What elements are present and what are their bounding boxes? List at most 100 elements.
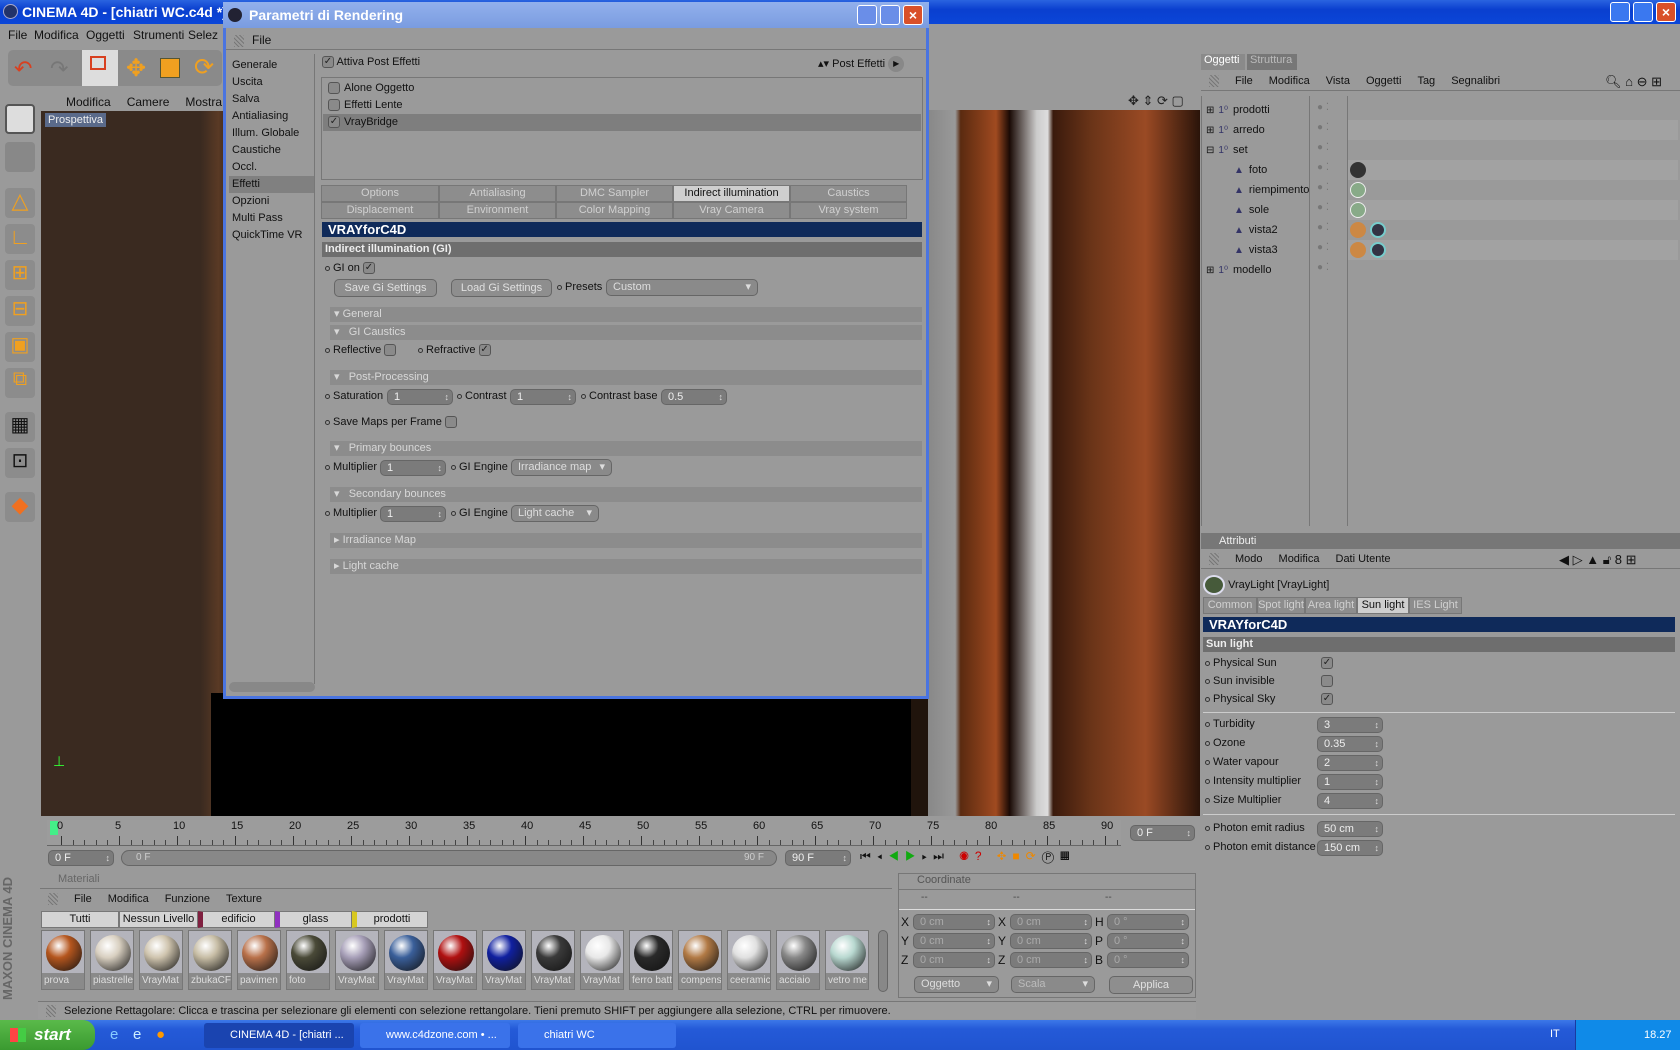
materials-menu-file[interactable]: File [74,893,92,905]
render-tab[interactable]: Environment [439,202,556,219]
material-swatch[interactable]: VrayMat [482,930,526,990]
render-sidebar-item[interactable]: Effetti [229,176,314,193]
go-to-start-icon[interactable]: ⏮ [860,849,877,863]
post-effect-item[interactable]: Effetti Lente [323,97,921,114]
menu-strumenti[interactable]: Strumenti [133,28,184,42]
post-effects-menu-button[interactable]: ▶ [888,56,905,72]
objects-menu-oggetti[interactable]: Oggetti [1366,75,1401,87]
autokey-icon[interactable]: ? [975,849,988,863]
render-sidebar-item[interactable]: Salva [229,91,314,108]
viewport-menu-camere[interactable]: Camere [127,95,170,109]
rectangle-select-icon[interactable] [82,50,118,86]
post-effect-checkbox[interactable] [328,82,340,95]
post-effect-checkbox[interactable]: ✓ [328,116,340,129]
light-cache-section[interactable]: ▸ Light cache [330,559,922,574]
coord-mode-dropdown[interactable]: Oggetto [914,976,999,993]
coord-field[interactable]: 0 ° [1107,952,1189,968]
post-effect-item[interactable]: Alone Oggetto [323,80,921,97]
coord-field[interactable]: 0 cm [913,952,995,968]
coord-field[interactable]: 0 cm [1010,914,1092,930]
axis-mode-icon[interactable]: ∟ [5,224,35,254]
rotate-icon[interactable]: ⟳ [194,53,214,82]
render-dialog-maximize[interactable] [880,5,900,25]
step-forward-icon[interactable]: ▸ [922,849,933,863]
tag-icon[interactable] [1350,242,1366,258]
visibility-dots-icon[interactable]: ● ⁚ [1317,182,1329,193]
edges-mode-icon[interactable]: ⊟ [5,296,35,326]
saturation-field[interactable]: 1 [387,389,453,405]
material-swatch[interactable]: pavimen [237,930,281,990]
activate-post-effects[interactable]: ✓ Attiva Post Effetti [322,56,420,69]
move-icon[interactable]: ✥ [126,54,146,83]
render-tab[interactable]: Color Mapping [556,202,673,219]
maximize-button[interactable] [1633,2,1653,22]
general-section[interactable]: ▾ General [330,307,922,322]
visibility-dots-icon[interactable]: ● ⁚ [1317,242,1329,253]
visibility-dots-icon[interactable]: ● ⁚ [1317,202,1329,213]
primitives-icon[interactable]: ◆ [5,492,35,522]
render-sidebar-item[interactable]: Uscita [229,74,314,91]
render-tab[interactable]: Caustics [790,185,907,202]
material-swatch[interactable]: vetro me [825,930,869,990]
photon-field-input[interactable]: 50 cm [1317,821,1383,837]
polygons-mode-icon[interactable]: ▣ [5,332,35,362]
attributes-tab[interactable]: Common [1203,597,1257,614]
save-maps-checkbox[interactable] [444,416,457,429]
menu-file[interactable]: File [8,28,27,42]
redo-icon[interactable]: ↷ [50,56,68,82]
attributes-menu-modo[interactable]: Modo [1235,553,1263,565]
secondary-multiplier-field[interactable]: 1 [380,506,446,522]
render-tab[interactable]: Options [321,185,439,202]
tree-item[interactable]: ⊞ 1⁰ modello [1202,260,1308,280]
render-sidebar-scrollbar[interactable] [229,682,315,692]
render-sidebar-item[interactable]: QuickTime VR [229,227,314,244]
objects-menu-segnalibri[interactable]: Segnalibri [1451,75,1500,87]
menu-modifica[interactable]: Modifica [34,28,79,42]
post-effect-checkbox[interactable] [328,99,340,112]
material-layer-tab[interactable]: prodotti [352,911,428,928]
material-swatch[interactable]: zbukaCF [188,930,232,990]
start-button[interactable]: start [0,1020,95,1050]
key-pla-icon[interactable]: ▦ [1060,849,1076,863]
language-indicator[interactable]: IT [1550,1028,1560,1040]
sun-checkbox[interactable]: ✓ [1321,693,1333,706]
visibility-dots-icon[interactable]: ● ⁚ [1317,162,1329,173]
sun-field-input[interactable]: 3 [1317,717,1383,733]
viewport-menu-mostra[interactable]: Mostra [185,95,222,109]
objects-menu-tag[interactable]: Tag [1417,75,1435,87]
collapse-icon[interactable]: ⊟ [1206,145,1214,156]
load-gi-settings-button[interactable]: Load Gi Settings [451,279,552,297]
coord-field[interactable]: 0 ° [1107,914,1189,930]
objects-menu-file[interactable]: File [1235,75,1253,87]
tag-icon[interactable] [1350,162,1366,178]
viewport-menu-modifica[interactable]: Modifica [66,95,111,109]
material-swatch[interactable]: piastrelle [90,930,134,990]
objects-toolbar-icons[interactable]: 🔍︎ ⌂ ⊖ ⊞ [1605,72,1662,91]
task-firefox[interactable]: www.c4dzone.com • ... [360,1023,510,1048]
material-swatch[interactable]: ceeramic [727,930,771,990]
irradiance-map-section[interactable]: ▸ Irradiance Map [330,533,922,548]
task-cinema4d[interactable]: CINEMA 4D - [chiatri ... [204,1023,354,1048]
primary-multiplier-field[interactable]: 1 [380,460,446,476]
expand-icon[interactable]: ⊞ [1206,105,1214,116]
end-frame-field[interactable]: 90 F [785,850,851,866]
sun-field-input[interactable]: 1 [1317,774,1383,790]
menu-oggetti[interactable]: Oggetti [86,28,125,42]
viewport-nav-icons[interactable]: ✥ ⇕ ⟳ ▢ [1128,93,1184,109]
materials-menu-texture[interactable]: Texture [226,893,262,905]
contrast-base-field[interactable]: 0.5 [661,389,727,405]
current-frame-field[interactable]: 0 F [1130,825,1195,841]
objects-menu-modifica[interactable]: Modifica [1269,75,1310,87]
menu-selezione[interactable]: Selez [188,28,218,42]
tree-item[interactable]: ▲ riempimento [1202,180,1309,200]
viewport-layout-icon[interactable] [5,104,35,134]
tag-icon[interactable] [1350,182,1366,198]
tree-item[interactable]: ▲ vista2 [1202,220,1308,240]
render-tab[interactable]: Vray Camera [673,202,790,219]
minimize-button[interactable] [1610,2,1630,22]
key-scale-icon[interactable]: ■ [1012,849,1025,863]
step-back-icon[interactable]: ◂ [877,849,888,863]
expand-icon[interactable]: ⊞ [1206,265,1214,276]
material-swatch[interactable]: ferro batt [629,930,673,990]
ie-quicklaunch-icon[interactable]: e [110,1026,118,1043]
